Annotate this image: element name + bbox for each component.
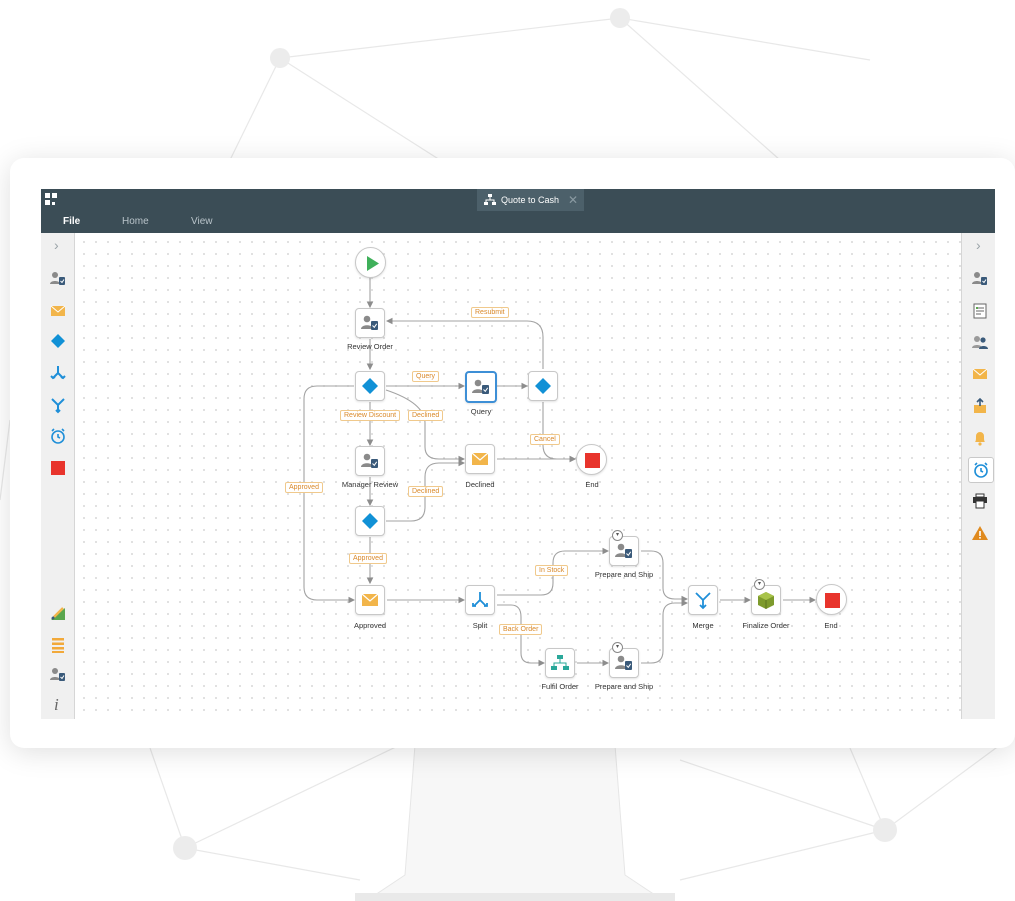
workflow-icon: [484, 194, 496, 205]
finalize-order-node[interactable]: ▾: [751, 579, 787, 615]
user-task-icon[interactable]: [48, 269, 68, 289]
edge-label-approved[interactable]: Approved: [349, 553, 387, 564]
edge-label-resubmit[interactable]: Resubmit: [471, 307, 509, 318]
left-toolbox: › i: [41, 233, 75, 719]
user-task-icon[interactable]: [48, 665, 68, 685]
app-logo-icon[interactable]: [45, 193, 58, 206]
workflow-canvas[interactable]: Review Order Query Manager Review Declin…: [75, 233, 961, 719]
prepare-and-ship-node[interactable]: ▾: [609, 642, 645, 678]
menu-file[interactable]: File: [63, 211, 80, 233]
decision-icon: [362, 513, 378, 529]
right-toolbox: ›: [961, 233, 995, 719]
edge-label-back-order[interactable]: Back Order: [499, 624, 543, 635]
decision-icon: [535, 378, 551, 394]
info-icon[interactable]: i: [54, 695, 59, 715]
decision-node[interactable]: [355, 371, 385, 401]
edge-label-declined[interactable]: Declined: [408, 410, 444, 421]
edge-label-cancel[interactable]: Cancel: [530, 434, 560, 445]
fulfil-order-node[interactable]: [545, 648, 575, 678]
user-task-icon: [361, 315, 378, 330]
print-icon[interactable]: [970, 491, 990, 511]
list-icon[interactable]: [48, 635, 68, 655]
decision-node[interactable]: [528, 371, 558, 401]
merge-icon[interactable]: [48, 395, 68, 415]
edge-label-approved[interactable]: Approved: [285, 482, 323, 493]
users-icon[interactable]: [970, 332, 990, 352]
split-icon: [472, 592, 488, 607]
end-event[interactable]: [816, 584, 847, 615]
stop-icon: [825, 593, 840, 608]
edge-label-query[interactable]: Query: [412, 371, 440, 382]
start-event[interactable]: [355, 247, 386, 278]
manager-review-label: Manager Review: [341, 480, 399, 489]
end-label: End: [824, 621, 838, 630]
connector-lines: [303, 277, 817, 667]
prepare-and-ship-label: Prepare and Ship: [594, 570, 654, 579]
decision-icon: [362, 378, 378, 394]
decision-node[interactable]: [355, 506, 385, 536]
email-icon[interactable]: [48, 301, 68, 321]
merge-icon: [695, 592, 711, 610]
declined-node[interactable]: [465, 444, 495, 474]
timer-icon[interactable]: [968, 457, 994, 483]
menu-view[interactable]: View: [191, 211, 213, 233]
monitor-stand: [355, 745, 675, 901]
paint-icon[interactable]: [48, 603, 68, 623]
end-event[interactable]: [576, 444, 607, 475]
split-icon[interactable]: [48, 363, 68, 383]
prepare-and-ship-node[interactable]: ▾: [609, 530, 645, 566]
user-task-icon: [615, 655, 632, 670]
user-task-icon[interactable]: [970, 269, 990, 289]
approved-node[interactable]: [355, 585, 385, 615]
menu-home[interactable]: Home: [122, 211, 149, 233]
subprocess-icon: [551, 655, 569, 670]
title-bar: Quote to Cash ✕: [41, 189, 995, 211]
prepare-and-ship-label: Prepare and Ship: [594, 682, 654, 691]
decision-icon[interactable]: [48, 331, 68, 351]
edge-label-in-stock[interactable]: In Stock: [535, 565, 569, 576]
split-node[interactable]: [465, 585, 495, 615]
form-icon[interactable]: [970, 301, 990, 321]
timer-icon[interactable]: [48, 426, 68, 446]
end-label: End: [585, 480, 599, 489]
email-icon: [471, 452, 489, 465]
package-icon: [758, 592, 774, 609]
user-task-icon: [615, 543, 632, 558]
edge-label-review-discount[interactable]: Review Discount: [340, 410, 401, 421]
expand-chevron-icon[interactable]: ›: [54, 238, 59, 252]
close-icon[interactable]: ✕: [568, 189, 578, 211]
app-window: Quote to Cash ✕ File Home View › i Revie…: [41, 189, 995, 719]
warning-icon[interactable]: [970, 523, 990, 543]
query-label: Query: [470, 407, 492, 416]
merge-node[interactable]: [688, 585, 718, 615]
upload-icon[interactable]: [970, 396, 990, 416]
menu-bar: File Home View: [41, 211, 995, 233]
manager-review-node[interactable]: [355, 446, 385, 476]
email-icon: [361, 593, 379, 606]
review-order-label: Review Order: [347, 342, 393, 351]
stop-icon: [585, 453, 600, 468]
tab-title: Quote to Cash: [501, 195, 560, 205]
user-task-icon: [472, 379, 489, 394]
tab-quote-to-cash[interactable]: Quote to Cash ✕: [477, 189, 584, 211]
query-node[interactable]: [465, 371, 497, 403]
bell-icon[interactable]: [970, 428, 990, 448]
edge-label-declined[interactable]: Declined: [408, 486, 444, 497]
end-icon[interactable]: [48, 458, 68, 478]
review-order-node[interactable]: [355, 308, 385, 338]
expand-chevron-icon[interactable]: ›: [976, 238, 981, 252]
play-icon: [367, 256, 379, 271]
declined-label: Declined: [465, 480, 495, 489]
user-task-icon: [361, 453, 378, 468]
email-icon[interactable]: [970, 364, 990, 384]
approved-label: Approved: [353, 621, 387, 630]
